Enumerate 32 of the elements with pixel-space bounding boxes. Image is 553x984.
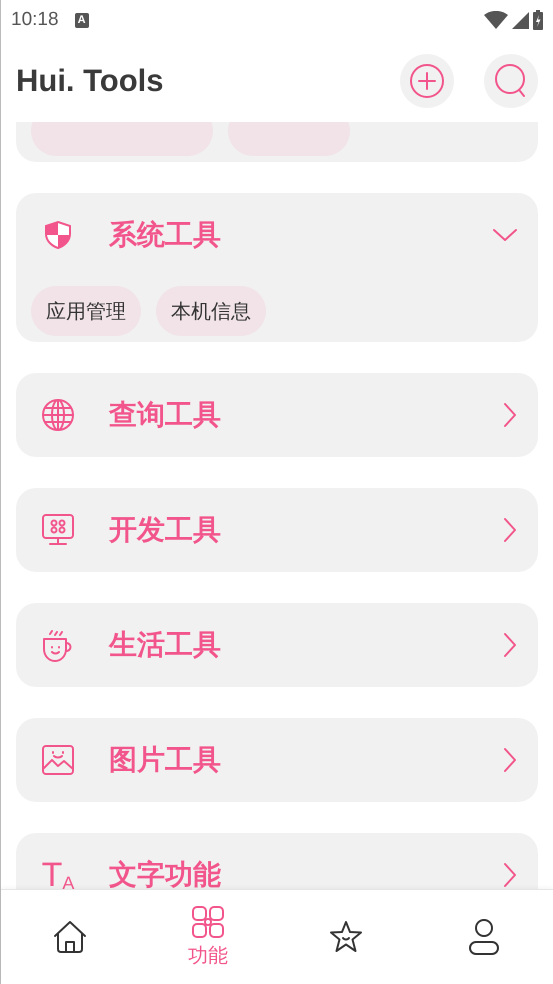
tool-chip[interactable]: 应用管理 [31,286,141,336]
chevron-down-icon[interactable] [492,227,518,243]
chevron-right-icon[interactable] [502,747,518,773]
category-title[interactable]: 文字功能 [109,856,502,889]
category-title[interactable]: 生活工具 [109,626,502,664]
chevron-right-icon[interactable] [502,517,518,543]
category-title[interactable]: 系统工具 [109,216,492,254]
notification-icon: A [74,12,89,28]
category-title[interactable]: 查询工具 [109,396,502,434]
signal-icon [512,12,529,28]
category-title[interactable]: 开发工具 [109,511,502,549]
app-title: Hui. Tools [16,63,165,99]
chevron-right-icon[interactable] [502,862,518,888]
status-time: 10:18 [11,9,59,31]
image-icon [41,744,75,776]
globe-icon [41,398,75,432]
battery-icon [533,10,543,30]
category-title[interactable]: 图片工具 [109,741,502,779]
star-icon [329,920,363,954]
monitor-icon [41,513,75,547]
search-icon [494,63,528,99]
wifi-icon [484,11,508,29]
add-icon [409,63,445,99]
grid-icon [192,906,224,938]
text-format-icon: TA [42,858,74,889]
nav-tab[interactable]: 功能 [139,890,277,984]
user-icon [468,919,500,955]
shield-icon [42,219,74,251]
home-icon [53,920,87,954]
tool-chip[interactable]: 本机信息 [156,286,266,336]
chevron-right-icon[interactable] [502,402,518,428]
chevron-right-icon[interactable] [502,632,518,658]
